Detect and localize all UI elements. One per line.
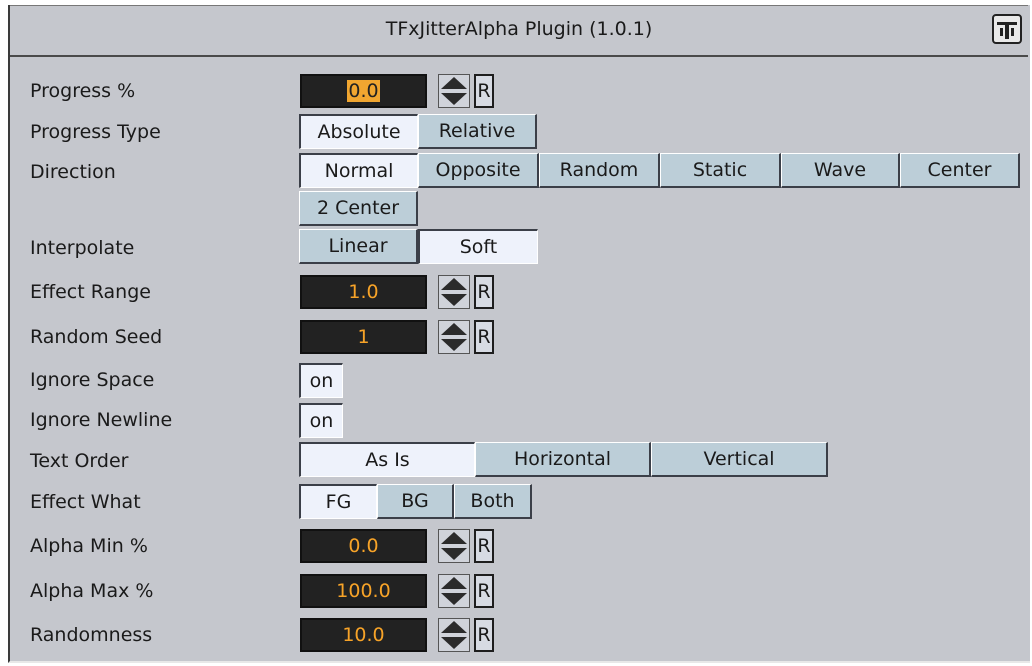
progress-type-absolute-button[interactable]: Absolute [299,114,418,149]
plugin-window: TFxJitterAlpha Plugin (1.0.1) Progress %… [8,5,1030,663]
direction-random-button[interactable]: Random [539,153,660,188]
alpha-min-field[interactable]: 0.0 [300,529,427,563]
random-seed-reset-button[interactable]: R [474,320,494,354]
effect-range-spinner-icon[interactable] [438,275,470,309]
alpha-max-reset-button[interactable]: R [474,574,494,608]
interpolate-linear-button[interactable]: Linear [299,229,418,264]
progress-type-label: Progress Type [30,121,161,143]
vizrt-plugin-logo-icon [992,14,1022,44]
effect-what-bg-button[interactable]: BG [377,484,454,519]
alpha-min-spinner-icon[interactable] [438,529,470,563]
direction-normal-button[interactable]: Normal [299,153,418,188]
alpha-max-field[interactable]: 100.0 [300,574,427,608]
effect-range-field[interactable]: 1.0 [300,275,427,309]
direction-2-center-button[interactable]: 2 Center [299,191,418,226]
progress-reset-button[interactable]: R [474,74,494,108]
direction-static-button[interactable]: Static [660,153,781,188]
text-order-vertical-button[interactable]: Vertical [651,442,828,477]
ignore-newline-toggle[interactable]: on [299,403,343,438]
interpolate-soft-button[interactable]: Soft [418,229,538,264]
alpha-max-label: Alpha Max % [30,580,154,602]
randomness-spinner-icon[interactable] [438,618,470,652]
effect-what-fg-button[interactable]: FG [299,484,377,519]
ignore-space-toggle[interactable]: on [299,363,343,398]
randomness-reset-button[interactable]: R [474,618,494,652]
ignore-newline-label: Ignore Newline [30,409,173,431]
text-order-horizontal-button[interactable]: Horizontal [475,442,651,477]
ignore-space-label: Ignore Space [30,369,155,391]
alpha-min-label: Alpha Min % [30,535,148,557]
effect-range-reset-button[interactable]: R [474,275,494,309]
progress-spinner-icon[interactable] [438,74,470,108]
progress-value: 0.0 [347,80,380,102]
direction-wave-button[interactable]: Wave [781,153,900,188]
random-seed-label: Random Seed [30,326,163,348]
direction-label: Direction [30,161,116,183]
progress-label: Progress % [30,80,136,102]
window-title: TFxJitterAlpha Plugin (1.0.1) [385,18,653,40]
alpha-min-reset-button[interactable]: R [474,529,494,563]
interpolate-label: Interpolate [30,237,135,259]
effect-what-label: Effect What [30,491,141,513]
direction-center-button[interactable]: Center [900,153,1020,188]
progress-type-relative-button[interactable]: Relative [418,114,537,149]
text-order-as-is-button[interactable]: As Is [299,442,475,477]
alpha-max-spinner-icon[interactable] [438,574,470,608]
effect-what-both-button[interactable]: Both [454,484,532,519]
progress-field[interactable]: 0.0 [300,74,427,108]
direction-opposite-button[interactable]: Opposite [418,153,539,188]
effect-range-label: Effect Range [30,281,151,303]
randomness-label: Randomness [30,624,153,646]
random-seed-spinner-icon[interactable] [438,320,470,354]
parameters-panel: Progress % 0.0 R Progress Type Absolute … [10,56,1028,656]
randomness-field[interactable]: 10.0 [300,618,427,652]
title-bar: TFxJitterAlpha Plugin (1.0.1) [10,5,1028,57]
random-seed-field[interactable]: 1 [300,320,427,354]
text-order-label: Text Order [30,450,129,472]
